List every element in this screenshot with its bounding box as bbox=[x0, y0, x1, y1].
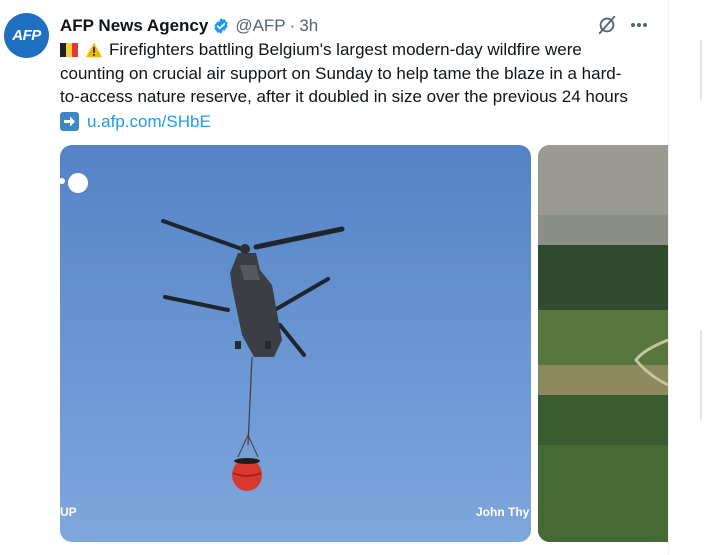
tweet-timestamp[interactable]: 3h bbox=[299, 16, 318, 36]
tweet-text-line: to-access nature reserve, after it doubl… bbox=[60, 87, 628, 106]
grok-icon[interactable] bbox=[596, 14, 618, 36]
media-photo-helicopter[interactable]: UP John Thy bbox=[60, 145, 531, 542]
tweet-header: AFP News Agency @AFP · 3h bbox=[60, 15, 318, 37]
edge-mark bbox=[700, 330, 702, 420]
belgium-flag-icon bbox=[60, 42, 78, 57]
helicopter-image bbox=[60, 145, 531, 542]
media-photo-forest[interactable] bbox=[538, 145, 668, 542]
right-gutter bbox=[669, 0, 709, 555]
edge-mark bbox=[700, 40, 702, 100]
tweet-text-line: counting on crucial air support on Sunda… bbox=[60, 63, 622, 83]
tweet-link-row: u.afp.com/SHbE bbox=[60, 110, 660, 134]
author-avatar[interactable]: AFP bbox=[4, 13, 49, 58]
photo-credit-left: UP bbox=[60, 505, 77, 519]
article-link[interactable]: u.afp.com/SHbE bbox=[87, 110, 211, 134]
forest-fire-image bbox=[538, 145, 668, 542]
warning-icon bbox=[86, 42, 102, 58]
meta-separator: · bbox=[289, 16, 296, 35]
tweet-text-segment: Firefighters battling Belgium's largest … bbox=[109, 40, 582, 59]
verified-badge-icon bbox=[214, 18, 228, 34]
more-icon[interactable] bbox=[628, 14, 650, 36]
right-arrow-icon bbox=[60, 111, 79, 131]
photo-credit-right: John Thy bbox=[476, 505, 530, 519]
author-handle[interactable]: @AFP bbox=[235, 16, 285, 36]
tweet-text: Firefighters battling Belgium's largest … bbox=[60, 38, 660, 133]
author-name[interactable]: AFP News Agency bbox=[60, 16, 208, 36]
tweet-text-line: Firefighters battling Belgium's largest … bbox=[60, 38, 660, 62]
